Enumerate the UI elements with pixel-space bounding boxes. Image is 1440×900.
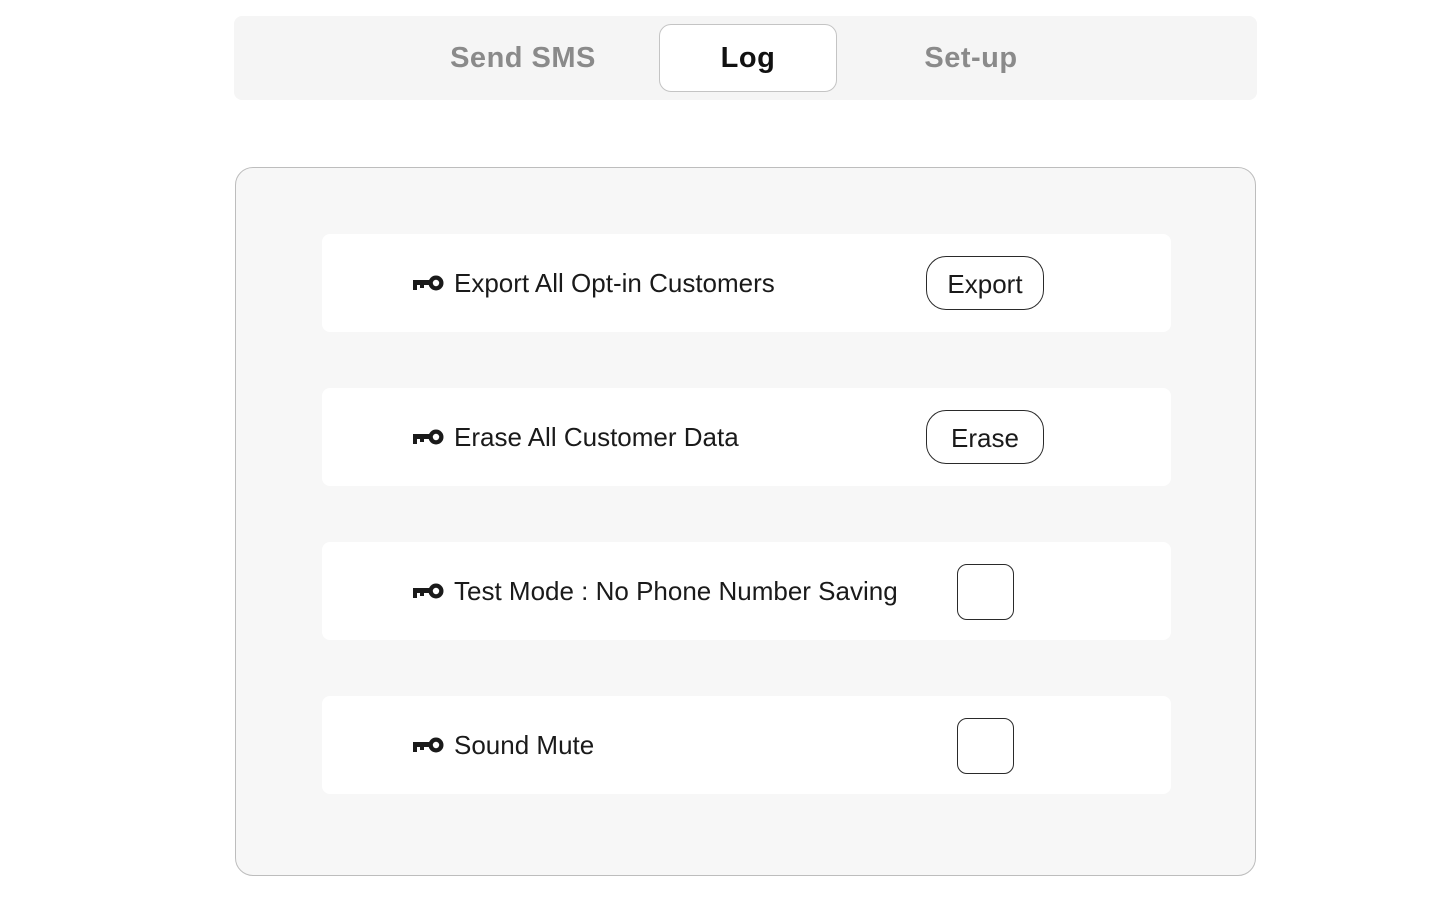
tab-bar: Send SMS Log Set-up bbox=[234, 16, 1257, 100]
row-label-wrapper: Erase All Customer Data bbox=[412, 388, 739, 486]
export-button[interactable]: Export bbox=[926, 256, 1044, 310]
erase-button[interactable]: Erase bbox=[926, 410, 1044, 464]
row-label-wrapper: Sound Mute bbox=[412, 696, 594, 794]
key-icon bbox=[412, 735, 446, 755]
key-icon bbox=[412, 427, 446, 447]
key-icon bbox=[412, 581, 446, 601]
erase-label: Erase All Customer Data bbox=[454, 421, 739, 452]
test-mode-label: Test Mode : No Phone Number Saving bbox=[454, 575, 898, 606]
sound-mute-label: Sound Mute bbox=[454, 729, 595, 760]
test-mode-checkbox[interactable] bbox=[957, 564, 1014, 620]
tab-send-sms[interactable]: Send SMS bbox=[434, 24, 612, 92]
row-label-wrapper: Export All Opt-in Customers bbox=[412, 234, 775, 332]
settings-row-export: Export All Opt-in Customers Export bbox=[322, 234, 1171, 332]
settings-row-sound-mute: Sound Mute bbox=[322, 696, 1171, 794]
key-icon bbox=[412, 273, 446, 293]
settings-row-erase: Erase All Customer Data Erase bbox=[322, 388, 1171, 486]
row-label-wrapper: Test Mode : No Phone Number Saving bbox=[412, 542, 898, 640]
tab-log[interactable]: Log bbox=[659, 24, 837, 92]
export-label: Export All Opt-in Customers bbox=[454, 267, 775, 298]
settings-panel: Export All Opt-in Customers Export Erase… bbox=[235, 167, 1256, 876]
tab-set-up[interactable]: Set-up bbox=[882, 24, 1060, 92]
sound-mute-checkbox[interactable] bbox=[957, 718, 1014, 774]
settings-row-test-mode: Test Mode : No Phone Number Saving bbox=[322, 542, 1171, 640]
